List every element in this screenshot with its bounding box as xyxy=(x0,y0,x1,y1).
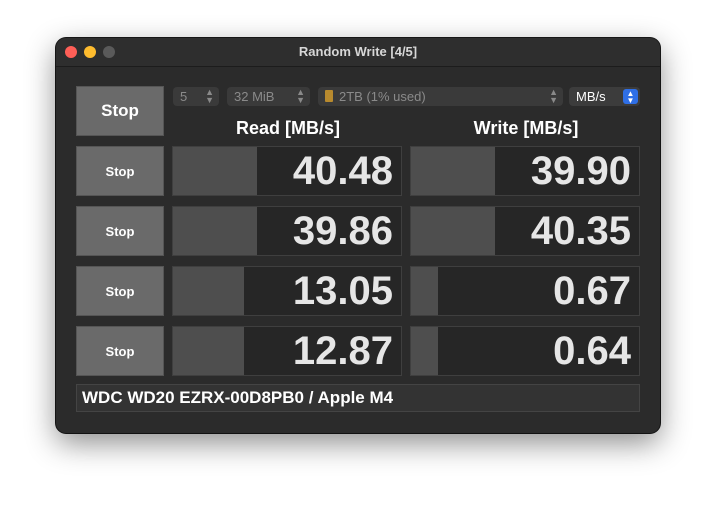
read-bar xyxy=(173,327,244,375)
read-value: 13.05 xyxy=(292,268,393,313)
row-1-stop-button[interactable]: Stop xyxy=(76,146,164,196)
window-title: Random Write [4/5] xyxy=(298,44,418,59)
units-value: MB/s xyxy=(576,89,606,104)
chevron-updown-icon: ▲ ▼ xyxy=(549,87,558,105)
device-info-field[interactable]: WDC WD20 EZRX-00D8PB0 / Apple M4 xyxy=(76,384,640,412)
drive-value: 2TB (1% used) xyxy=(339,89,426,104)
row-1-read-cell: 40.48 xyxy=(172,146,402,196)
chevron-updown-icon: ▲ ▼ xyxy=(623,89,638,105)
write-bar xyxy=(411,207,496,255)
read-header: Read [MB/s] xyxy=(235,118,340,138)
read-bar xyxy=(173,207,258,255)
read-value: 12.87 xyxy=(292,328,393,373)
write-value: 40.35 xyxy=(530,208,631,253)
chevron-updown-icon: ▲ ▼ xyxy=(205,87,214,105)
read-bar xyxy=(173,267,244,315)
write-value: 0.67 xyxy=(553,268,631,313)
row-3-write-cell: 0.67 xyxy=(410,266,640,316)
row-2-write-cell: 40.35 xyxy=(410,206,640,256)
row-4-read-cell: 12.87 xyxy=(172,326,402,376)
test-count-value: 5 xyxy=(180,89,188,104)
app-window: Random Write [4/5] Stop 5 ▲ ▼ 32 MiB ▲ ▼ 2… xyxy=(56,38,660,433)
test-count-select[interactable]: 5 ▲ ▼ xyxy=(173,87,219,106)
row-3-stop-button[interactable]: Stop xyxy=(76,266,164,316)
row-4-stop-button[interactable]: Stop xyxy=(76,326,164,376)
title-bar: Random Write [4/5] xyxy=(56,38,660,67)
disk-icon xyxy=(325,90,333,102)
all-stop-button[interactable]: Stop xyxy=(76,86,164,136)
write-bar xyxy=(411,147,496,195)
write-value: 39.90 xyxy=(530,148,631,193)
units-select[interactable]: MB/s ▲ ▼ xyxy=(569,87,640,106)
row-4-write-cell: 0.64 xyxy=(410,326,640,376)
test-size-select[interactable]: 32 MiB ▲ ▼ xyxy=(227,87,310,106)
read-value: 39.86 xyxy=(292,208,393,253)
write-header: Write [MB/s] xyxy=(473,118,579,138)
write-bar xyxy=(411,267,439,315)
row-2-read-cell: 39.86 xyxy=(172,206,402,256)
chevron-updown-icon: ▲ ▼ xyxy=(296,87,305,105)
write-bar xyxy=(411,327,439,375)
test-size-value: 32 MiB xyxy=(234,89,275,104)
row-3-read-cell: 13.05 xyxy=(172,266,402,316)
row-2-stop-button[interactable]: Stop xyxy=(76,206,164,256)
row-1-write-cell: 39.90 xyxy=(410,146,640,196)
read-bar xyxy=(173,147,258,195)
write-value: 0.64 xyxy=(553,328,631,373)
read-value: 40.48 xyxy=(292,148,393,193)
drive-select[interactable]: 2TB (1% used) ▲ ▼ xyxy=(318,87,563,106)
